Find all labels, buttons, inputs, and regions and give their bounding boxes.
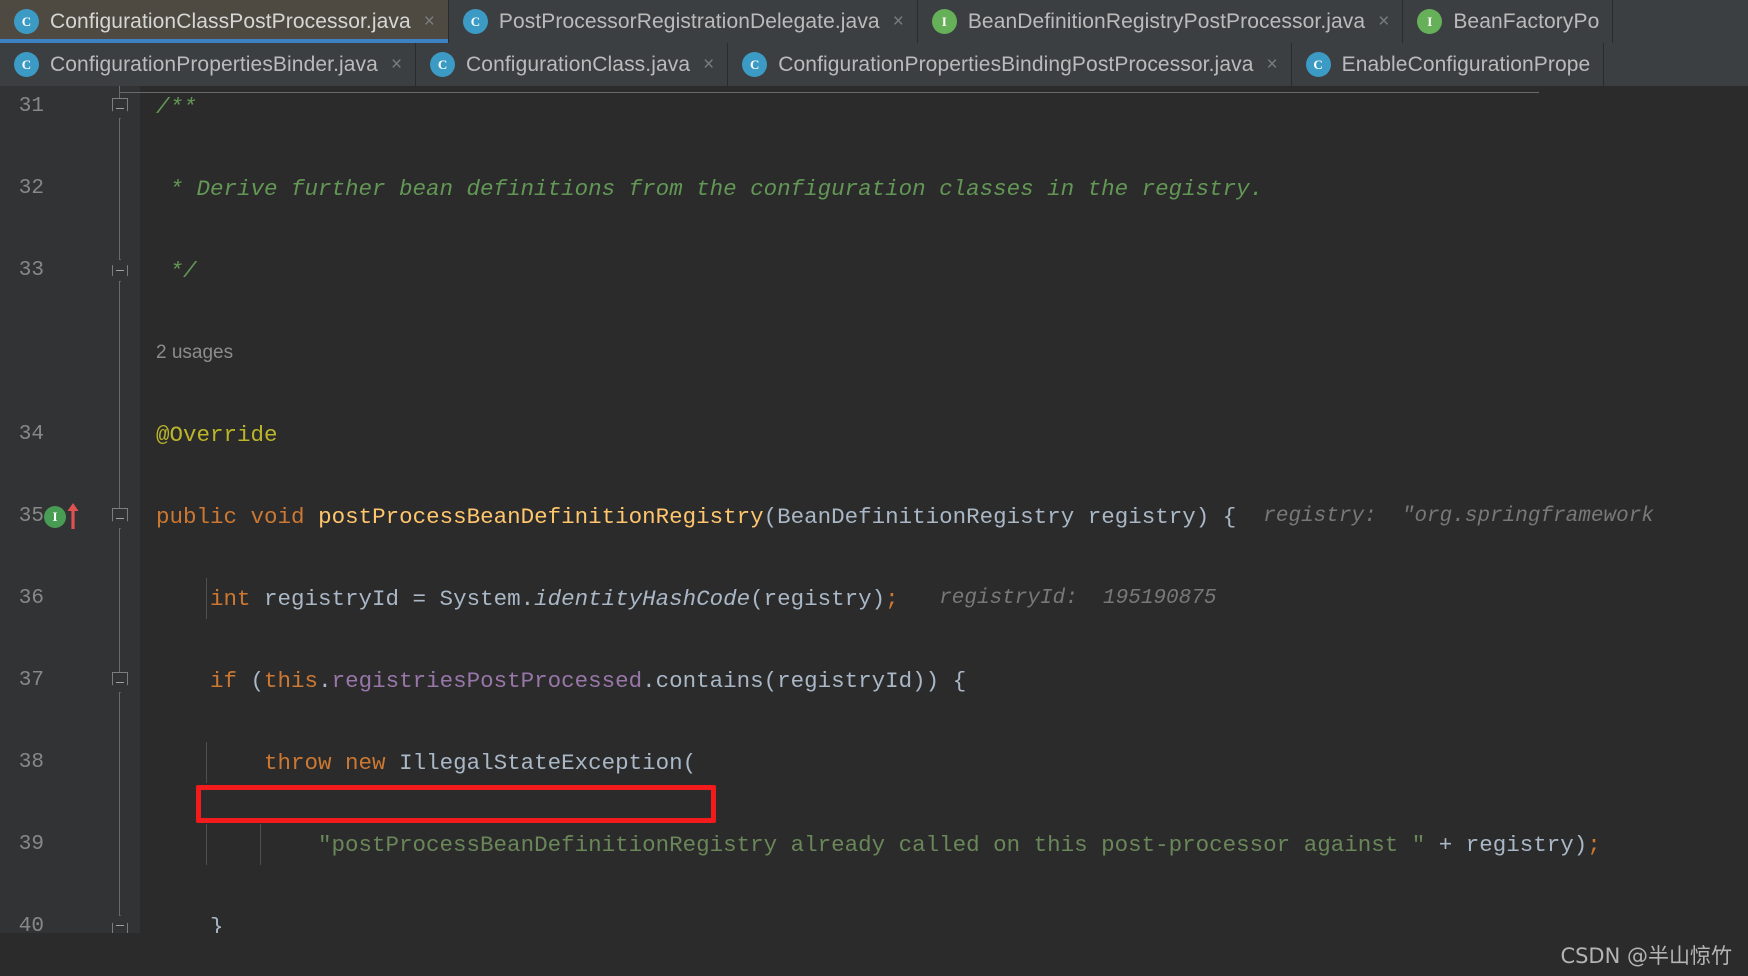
editor-tab-label: EnableConfigurationPrope bbox=[1341, 52, 1591, 76]
code-line-31[interactable]: 31 /** bbox=[0, 86, 1748, 127]
override-annotation: @Override bbox=[156, 421, 278, 448]
usages-inlay-hint[interactable]: 2 usages bbox=[156, 342, 233, 364]
java-class-icon: C bbox=[430, 52, 456, 77]
editor-tab-row-2: C ConfigurationPropertiesBinder.java × C… bbox=[0, 43, 1748, 86]
fold-marker-icon[interactable] bbox=[112, 508, 128, 529]
code-line-32[interactable]: 32 * Derive further bean definitions fro… bbox=[0, 168, 1748, 209]
code-line-content: public void postProcessBeanDefinitionReg… bbox=[140, 496, 1748, 537]
static-method-call: identityHashCode bbox=[534, 585, 751, 612]
editor-tab-postprocessorregistrationdelegate[interactable]: C PostProcessorRegistrationDelegate.java… bbox=[448, 0, 918, 43]
keyword-throw-new: throw new bbox=[264, 749, 386, 776]
code-line-36[interactable]: 36 int registryId = System. identityHashC… bbox=[0, 578, 1748, 619]
field-reference: registriesPostProcessed bbox=[331, 667, 643, 694]
method-name: postProcessBeanDefinitionRegistry bbox=[318, 503, 764, 530]
overriding-method-arrow-icon[interactable] bbox=[66, 502, 80, 529]
watermark: CSDN @半山惊竹 bbox=[1560, 944, 1732, 968]
javadoc-open: /** bbox=[156, 93, 197, 120]
string-literal: "postProcessBeanDefinitionRegistry alrea… bbox=[318, 831, 1426, 858]
line-number: 31 bbox=[18, 95, 44, 118]
code-line-content: @Override bbox=[140, 414, 1748, 455]
ide-window: C ConfigurationClassPostProcessor.java ×… bbox=[0, 0, 1748, 976]
keyword-public: public bbox=[156, 503, 238, 530]
java-interface-icon: I bbox=[1417, 9, 1443, 34]
editor-tab-beanfactorypostprocessor[interactable]: I BeanFactoryPo bbox=[1403, 0, 1614, 43]
keyword-void: void bbox=[250, 503, 305, 530]
implemented-method-icon[interactable]: I bbox=[44, 506, 66, 528]
java-class-icon: C bbox=[1305, 52, 1331, 77]
editor-tab-configurationpropertiesbinder[interactable]: C ConfigurationPropertiesBinder.java × bbox=[0, 43, 417, 86]
line-number: 37 bbox=[18, 669, 44, 692]
close-icon[interactable]: × bbox=[389, 55, 402, 74]
semicolon: ; bbox=[885, 585, 899, 612]
code-line-content: 2 usages bbox=[140, 332, 1748, 373]
code-line-content: * Derive further bean definitions from t… bbox=[140, 168, 1748, 209]
line-number: 39 bbox=[18, 833, 44, 856]
code-line-content: /** bbox=[140, 86, 1748, 127]
editor-tab-label: ConfigurationPropertiesBindingPostProces… bbox=[778, 52, 1254, 76]
fold-marker-icon[interactable] bbox=[112, 672, 128, 693]
code-editor[interactable]: 31 /** 32 * Derive further bean definiti… bbox=[0, 86, 1748, 976]
code-line-content: if (this. registriesPostProcessed .contain… bbox=[210, 667, 967, 694]
line-number: 33 bbox=[18, 259, 44, 282]
java-class-icon: C bbox=[14, 9, 39, 34]
editor-tab-configurationclasspostprocessor[interactable]: C ConfigurationClassPostProcessor.java × bbox=[0, 0, 449, 43]
code-line-content: */ bbox=[140, 250, 1748, 291]
method-signature: (BeanDefinitionRegistry registry) { bbox=[763, 503, 1237, 530]
code-lines: 31 /** 32 * Derive further bean definiti… bbox=[0, 86, 1748, 940]
line-number: 38 bbox=[18, 751, 44, 774]
java-class-icon: C bbox=[14, 52, 39, 77]
code-line-34[interactable]: 34 @Override bbox=[0, 414, 1748, 455]
code-line-content: "postProcessBeanDefinitionRegistry alrea… bbox=[140, 824, 1748, 865]
editor-tab-label: ConfigurationClass.java bbox=[466, 52, 691, 76]
editor-tab-label: ConfigurationClassPostProcessor.java bbox=[50, 9, 411, 33]
keyword-if: if bbox=[210, 667, 238, 694]
java-interface-icon: I bbox=[931, 9, 957, 34]
line-number: 36 bbox=[18, 587, 44, 610]
editor-tab-beandefinitionregistrypostprocessor[interactable]: I BeanDefinitionRegistryPostProcessor.ja… bbox=[917, 0, 1404, 43]
inlay-hint-usages-row[interactable]: 2 usages bbox=[0, 332, 1748, 373]
editor-bottom-strip bbox=[0, 933, 1748, 976]
line-number: 34 bbox=[18, 423, 44, 446]
code-line-33[interactable]: 33 */ bbox=[0, 250, 1748, 291]
close-icon[interactable]: × bbox=[1264, 55, 1277, 74]
editor-tab-configurationclass[interactable]: C ConfigurationClass.java × bbox=[416, 43, 729, 86]
javadoc-text: * Derive further bean definitions from t… bbox=[156, 175, 1264, 202]
close-icon[interactable]: × bbox=[1376, 12, 1389, 31]
editor-tab-label: BeanDefinitionRegistryPostProcessor.java bbox=[967, 9, 1366, 33]
javadoc-close: */ bbox=[156, 257, 197, 284]
editor-tab-row-1: C ConfigurationClassPostProcessor.java ×… bbox=[0, 0, 1748, 43]
call-args: (registry) bbox=[750, 585, 886, 612]
code-line-39[interactable]: 39 "postProcessBeanDefinitionRegistry al… bbox=[0, 824, 1748, 865]
keyword-this: this bbox=[264, 667, 319, 694]
editor-tab-label: ConfigurationPropertiesBinder.java bbox=[50, 52, 378, 76]
code-line-37[interactable]: 37 if (this. registriesPostProcessed .cont… bbox=[0, 660, 1748, 701]
java-class-icon: C bbox=[462, 9, 488, 34]
close-icon[interactable]: × bbox=[701, 55, 714, 74]
code-line-38[interactable]: 38 throw new IllegalStateException( bbox=[0, 742, 1748, 783]
keyword-int: int bbox=[210, 585, 251, 612]
debug-inlay-hint[interactable]: registryId: 195190875 bbox=[939, 587, 1216, 610]
editor-tab-enableconfigurationproperties[interactable]: C EnableConfigurationPrope bbox=[1291, 43, 1605, 86]
java-class-icon: C bbox=[742, 52, 768, 77]
fold-marker-icon[interactable] bbox=[112, 259, 128, 282]
fold-marker-icon[interactable] bbox=[112, 98, 128, 119]
editor-tab-label: BeanFactoryPo bbox=[1453, 9, 1600, 33]
code-line-content: throw new IllegalStateException( bbox=[140, 742, 1748, 783]
editor-tab-label: PostProcessorRegistrationDelegate.java bbox=[498, 9, 880, 33]
editor-tab-configurationpropertiesbindingpostprocessor[interactable]: C ConfigurationPropertiesBindingPostProc… bbox=[728, 43, 1292, 86]
code-line-35[interactable]: 35 I public void postProcessBeanDefiniti… bbox=[0, 496, 1748, 537]
close-icon[interactable]: × bbox=[422, 12, 435, 31]
close-icon[interactable]: × bbox=[891, 12, 904, 31]
var-decl: registryId = System. bbox=[250, 585, 535, 612]
debug-inlay-hint[interactable]: registry: "org.springframework bbox=[1263, 505, 1654, 528]
exception-type: IllegalStateException( bbox=[385, 749, 697, 776]
code-line-content: int registryId = System. identityHashCode… bbox=[140, 578, 1748, 619]
line-number: 35 bbox=[18, 505, 44, 528]
line-number: 32 bbox=[18, 177, 44, 200]
